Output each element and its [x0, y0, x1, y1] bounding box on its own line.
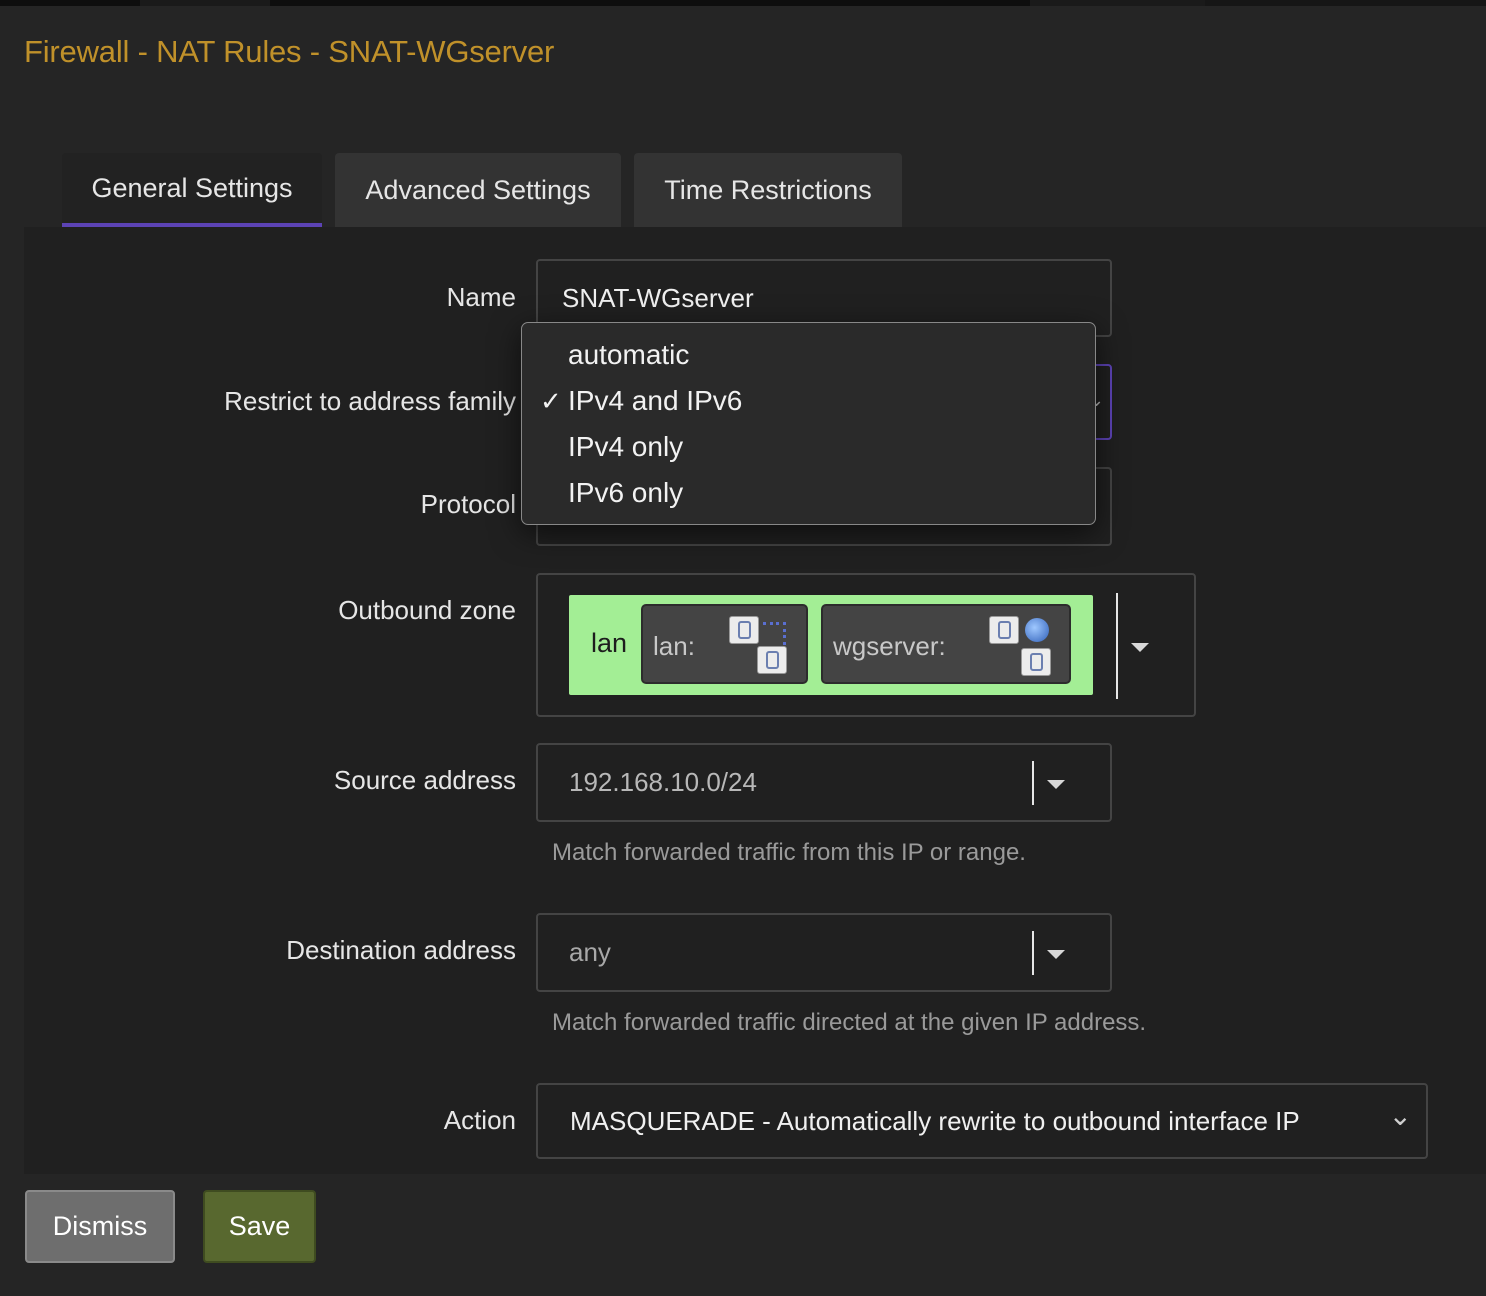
tab-time-restrictions[interactable]: Time Restrictions — [634, 153, 902, 227]
source-address-value: 192.168.10.0/24 — [569, 767, 757, 797]
outbound-zone-label: Outbound zone — [338, 595, 516, 625]
tab-label: Advanced Settings — [365, 174, 591, 205]
tab-label: Time Restrictions — [664, 174, 872, 205]
destination-address-input[interactable]: any — [536, 913, 1112, 992]
protocol-label: Protocol — [420, 489, 516, 519]
tab-advanced-settings[interactable]: Advanced Settings — [335, 153, 621, 227]
source-address-input[interactable]: 192.168.10.0/24 — [536, 743, 1112, 822]
interface-badge-wgserver: wgserver: — [821, 604, 1071, 684]
bridge-dotted-icon — [763, 622, 786, 645]
zone-badge-lan: lan lan: wgserver: — [569, 595, 1093, 695]
save-button-label: Save — [228, 1211, 291, 1241]
action-label: Action — [443, 1105, 516, 1135]
save-button[interactable]: Save — [203, 1190, 316, 1263]
name-label: Name — [446, 282, 516, 312]
network-port-icon — [989, 616, 1019, 644]
top-bar-segment — [270, 0, 1030, 6]
network-port-icon — [757, 646, 787, 674]
destination-address-label: Destination address — [286, 935, 516, 965]
caret-down-icon[interactable] — [1047, 950, 1065, 959]
caret-down-icon[interactable] — [1047, 780, 1065, 789]
top-bar-segment — [1205, 0, 1486, 6]
dismiss-button[interactable]: Dismiss — [25, 1190, 175, 1263]
address-family-dropdown: automatic ✓ IPv4 and IPv6 IPv4 only IPv6… — [521, 322, 1096, 525]
top-bar — [0, 0, 1486, 6]
dropdown-separator — [1032, 931, 1034, 975]
interface-label: wgserver: — [833, 631, 946, 661]
dropdown-separator — [1116, 593, 1118, 699]
option-automatic[interactable]: automatic — [568, 339, 689, 371]
name-input-value: SNAT-WGserver — [562, 283, 754, 313]
network-port-icon — [729, 616, 759, 644]
option-ipv4-only[interactable]: IPv4 only — [568, 431, 683, 463]
zone-name: lan — [591, 628, 628, 658]
option-ipv6-only[interactable]: IPv6 only — [568, 477, 683, 509]
interface-badge-lan: lan: — [641, 604, 808, 684]
destination-address-value: any — [569, 937, 611, 967]
checkmark-icon: ✓ — [540, 386, 562, 416]
action-value: MASQUERADE - Automatically rewrite to ou… — [570, 1106, 1300, 1136]
dismiss-button-label: Dismiss — [52, 1211, 148, 1241]
tab-label: General Settings — [91, 172, 293, 203]
address-family-label: Restrict to address family — [224, 386, 516, 416]
source-address-label: Source address — [333, 765, 516, 795]
destination-address-hint: Match forwarded traffic directed at the … — [552, 1009, 1147, 1036]
option-ipv4-and-ipv6[interactable]: IPv4 and IPv6 — [568, 385, 742, 417]
globe-icon — [1025, 618, 1049, 642]
caret-down-icon[interactable] — [1131, 643, 1149, 652]
network-port-icon — [1021, 648, 1051, 676]
dropdown-separator — [1032, 761, 1034, 805]
top-bar-segment — [0, 0, 140, 6]
action-select[interactable]: MASQUERADE - Automatically rewrite to ou… — [536, 1083, 1428, 1159]
page-title: Firewall - NAT Rules - SNAT-WGserver — [24, 34, 555, 69]
source-address-hint: Match forwarded traffic from this IP or … — [552, 839, 1026, 866]
tab-general-settings[interactable]: General Settings — [62, 153, 322, 227]
interface-label: lan: — [653, 631, 695, 661]
chevron-down-icon: ⌄ — [1388, 1100, 1412, 1131]
